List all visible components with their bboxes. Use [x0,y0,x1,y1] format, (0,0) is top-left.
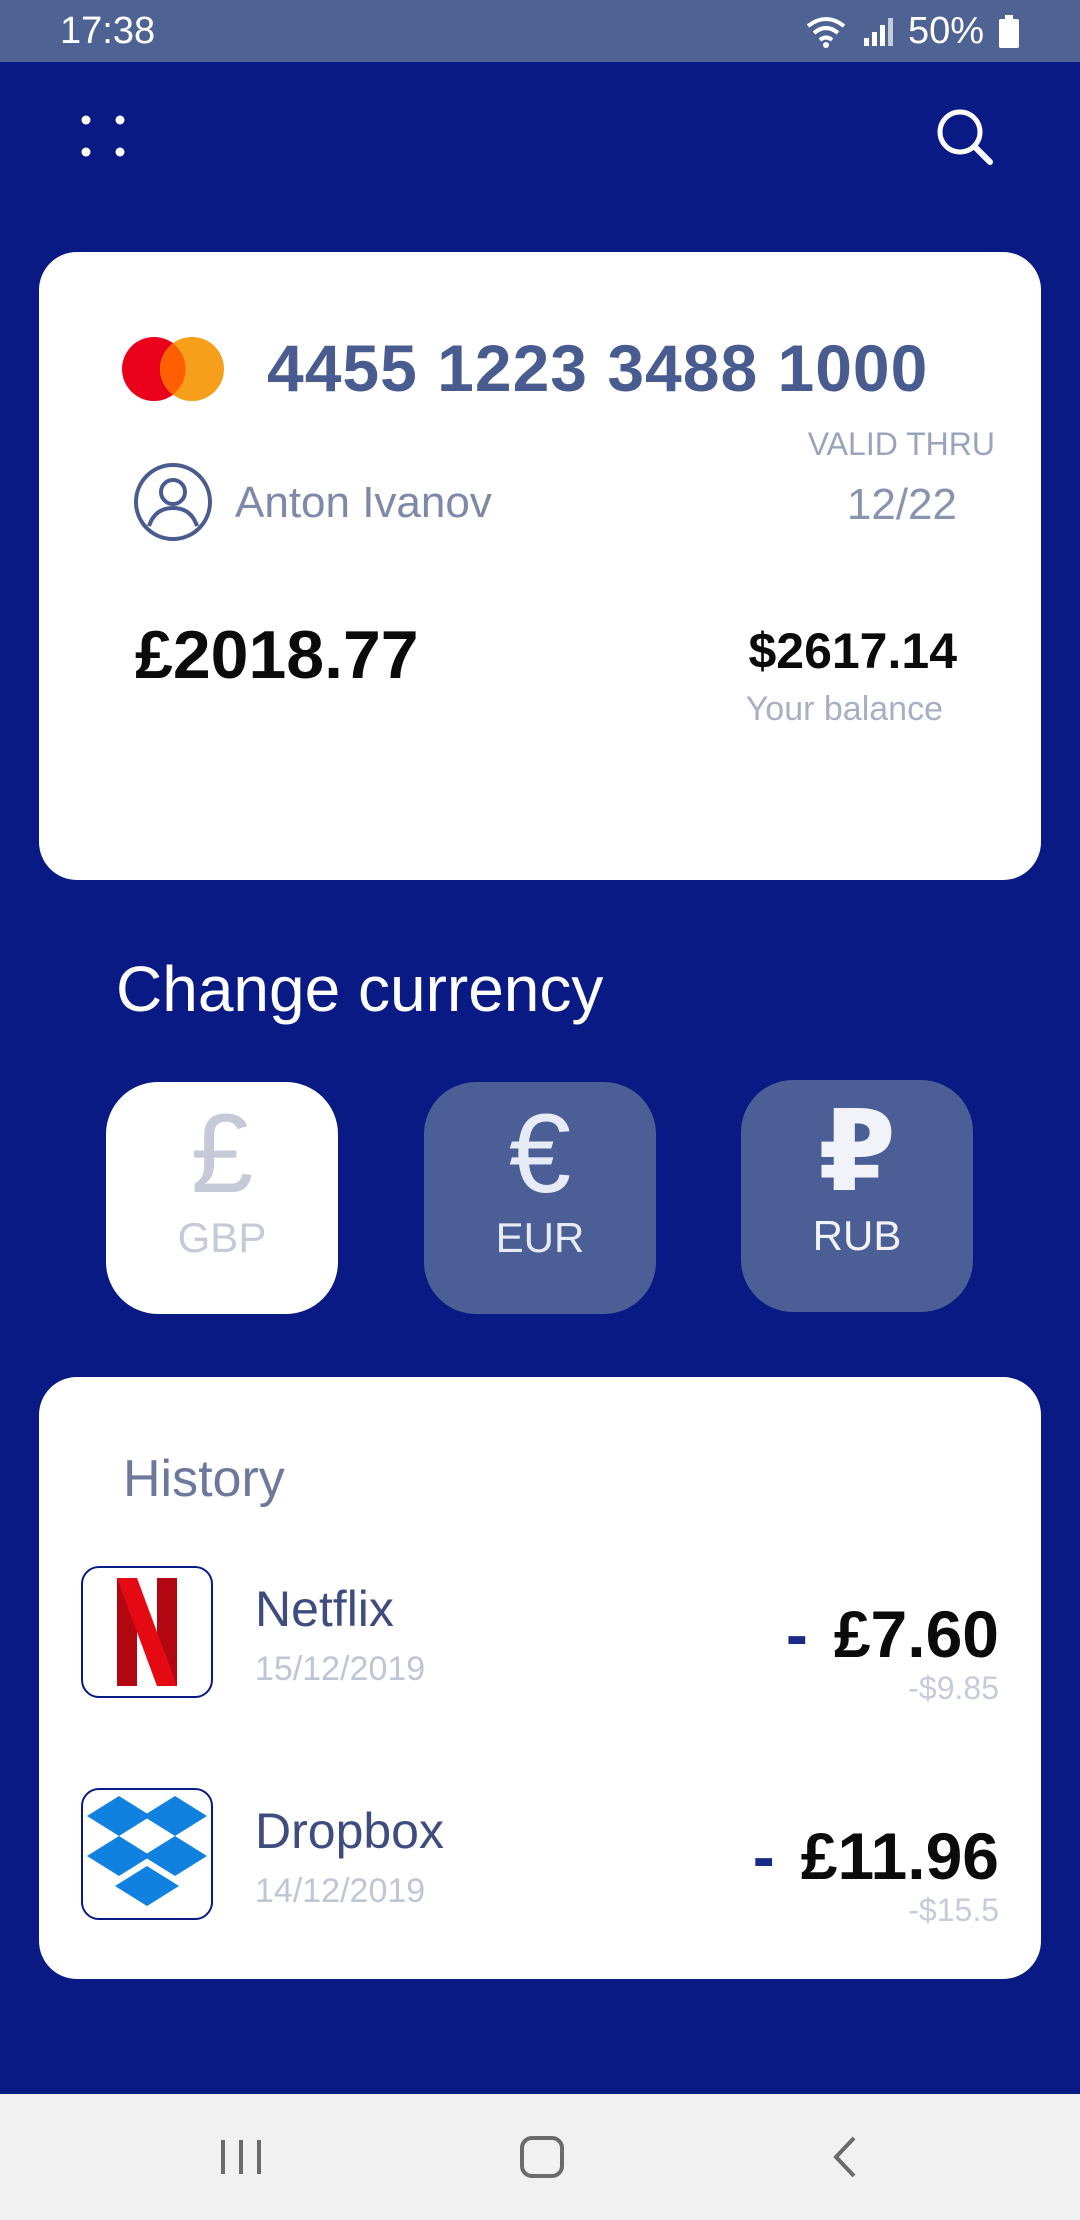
valid-thru-label: VALID THRU [807,426,995,462]
battery-icon [998,14,1020,49]
search-button[interactable] [932,104,996,168]
transaction-date: 15/12/2019 [255,1650,426,1688]
home-button[interactable] [512,2132,572,2182]
wifi-icon [804,14,848,50]
back-button[interactable] [816,2132,876,2182]
dots-grid-icon [81,115,125,157]
transaction-amount-usd: -$9.85 [908,1670,999,1706]
history-panel: History Netflix 15/12/2019 - £7.60 -$9.85… [39,1377,1041,1979]
status-icons: 50% [804,10,1020,53]
valid-thru-date: 12/22 [846,480,957,529]
status-bar: 17:38 50% [0,0,1080,62]
transaction-name: Dropbox [255,1803,444,1859]
pound-icon: £ [190,1091,254,1216]
currency-button-rub[interactable]: ₽ RUB [741,1080,973,1312]
change-currency-title: Change currency [116,953,604,1025]
signal-icon [862,16,894,48]
status-time: 17:38 [60,10,156,52]
balance-usd: $2617.14 [748,623,957,679]
ruble-icon: ₽ [818,1089,896,1214]
home-icon [520,2136,564,2178]
currency-code: EUR [495,1214,585,1261]
bank-card[interactable]: 4455 1223 3488 1000 VALID THRU 12/22 Ant… [39,252,1041,880]
currency-button-gbp[interactable]: £ GBP [106,1082,338,1314]
system-nav-bar [0,2094,1080,2220]
history-title: History [123,1450,285,1508]
search-icon [937,109,993,165]
currency-code: GBP [177,1214,267,1261]
currency-button-eur[interactable]: € EUR [424,1082,656,1314]
menu-button[interactable] [78,110,128,160]
transaction-amount: - £7.60 [786,1596,999,1672]
euro-icon: € [508,1091,572,1216]
history-item-netflix[interactable]: Netflix 15/12/2019 - £7.60 -$9.85 [39,1566,1041,1706]
balance-label: Your balance [745,690,943,728]
transaction-amount-usd: -$15.5 [908,1892,999,1928]
recent-apps-button[interactable] [211,2132,271,2182]
transaction-name: Netflix [255,1581,394,1637]
dropbox-logo [81,1788,213,1920]
transaction-date: 14/12/2019 [255,1872,426,1910]
currency-code: RUB [812,1212,902,1259]
amount-value: £11.96 [800,1819,999,1893]
card-number: 4455 1223 3488 1000 [267,331,929,405]
transaction-amount: - £11.96 [753,1818,999,1894]
mastercard-logo [122,337,224,401]
recent-apps-icon [221,2140,261,2174]
user-icon [134,463,212,541]
minus-sign: - [785,1597,808,1671]
history-item-dropbox[interactable]: Dropbox 14/12/2019 - £11.96 -$15.5 [39,1788,1041,1928]
netflix-logo [81,1566,213,1698]
minus-sign: - [752,1819,775,1893]
card-holder-name: Anton Ivanov [235,478,492,527]
amount-value: £7.60 [833,1597,999,1671]
battery-percent: 50% [907,10,984,52]
back-icon [833,2136,856,2178]
balance-gbp: £2018.77 [135,617,419,693]
